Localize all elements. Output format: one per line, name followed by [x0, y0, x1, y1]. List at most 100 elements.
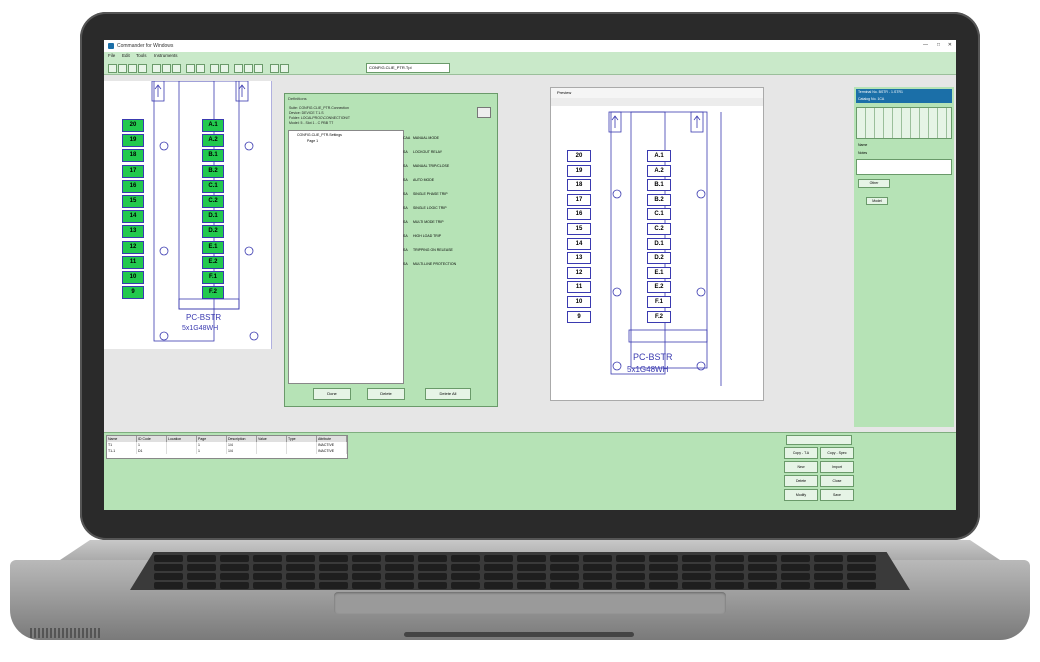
table-row[interactable]: T1-1 D1 1 1/4 INACTIVE [107, 448, 347, 454]
keyboard-key [451, 573, 480, 580]
props-tools[interactable] [856, 107, 952, 139]
terminal-label-left: 18 [122, 149, 144, 163]
bottom-button[interactable]: New [784, 461, 818, 473]
bottom-button[interactable]: Close [820, 475, 854, 487]
notes-field[interactable] [856, 159, 952, 175]
keyboard-key [154, 555, 183, 562]
bottom-panel: Name ID Code Location Page Description Value T… [104, 432, 956, 510]
keyboard-key [517, 573, 546, 580]
zoom-fit-icon[interactable] [254, 64, 263, 73]
menu-file[interactable]: File [108, 53, 115, 58]
open-icon[interactable] [118, 64, 127, 73]
bottom-button[interactable]: Copy - T.A [784, 447, 818, 459]
preview-terminal-right-label: F.2 [647, 310, 671, 323]
zoom-in-icon[interactable] [234, 64, 243, 73]
drawing-sheet: 20 19 18 17 16 15 14 13 12 11 10 9 A.1 A.2 B.1 B.2 C.1 C… [104, 80, 273, 349]
keyboard-key [253, 555, 282, 562]
menu-edit[interactable]: Edit [122, 53, 130, 58]
keyboard-key [616, 573, 645, 580]
keyboard-key [649, 573, 678, 580]
delete-button[interactable]: Delete [367, 388, 405, 400]
terminal-label-right: B.1 [202, 149, 224, 163]
arrow-icon[interactable] [270, 64, 279, 73]
definition-label: SINGLE LOGIC TRIP [413, 206, 447, 210]
print-icon[interactable] [138, 64, 147, 73]
align-icon[interactable] [220, 64, 229, 73]
maximize-button[interactable]: □ [937, 42, 940, 48]
table-cell [287, 448, 317, 454]
undo-icon[interactable] [186, 64, 195, 73]
definition-row[interactable]: SA TRIPPING ON RELEASE [403, 244, 495, 256]
menu-instruments[interactable]: Instruments [154, 53, 178, 58]
definition-label: MULTI MODE TRIP [413, 220, 444, 224]
bottom-button[interactable]: Import [820, 461, 854, 473]
keyboard-key [253, 573, 282, 580]
definition-row[interactable]: SA MULTI MODE TRIP [403, 216, 495, 228]
other-button[interactable]: Other [858, 179, 890, 188]
grid-icon[interactable] [210, 64, 219, 73]
keyboard-key [781, 582, 810, 589]
keyboard-key [781, 564, 810, 571]
keyboard-key [550, 564, 579, 571]
copy-icon[interactable] [162, 64, 171, 73]
preview-terminal-right-label: A.1 [647, 150, 671, 162]
tree-view[interactable]: CONFIG.CLIE_PTR.Settings Page 1 [288, 130, 404, 384]
save-icon[interactable] [128, 64, 137, 73]
definition-list: CAA MANUAL MODE SA LOCKOUT RELAY SA MANUAL TR… [403, 132, 495, 382]
bottom-button[interactable]: Copy - Spec [820, 447, 854, 459]
terminal-label-left: 19 [122, 134, 144, 148]
keyboard-key [748, 555, 777, 562]
definition-row[interactable]: CAA MANUAL MODE [403, 132, 495, 144]
table-cell [167, 448, 197, 454]
definition-row[interactable]: SA MANUAL TRIP/CLOSE [403, 160, 495, 172]
keyboard-key [583, 573, 612, 580]
terminal-label-left: 14 [122, 210, 144, 224]
definition-row[interactable]: SA MULTI-LINE PROTECTION [403, 258, 495, 270]
keyboard-key [286, 582, 315, 589]
delete-all-button[interactable]: Delete All [425, 388, 471, 400]
tree-root[interactable]: CONFIG.CLIE_PTR.Settings [297, 133, 342, 137]
definition-row[interactable]: SA SINGLE PHASE TRIP [403, 188, 495, 200]
notes-label: Notes [858, 151, 868, 155]
bottom-button[interactable]: Delete [784, 475, 818, 487]
zoom-out-icon[interactable] [244, 64, 253, 73]
minimize-button[interactable]: — [923, 42, 928, 48]
paste-icon[interactable] [172, 64, 181, 73]
definition-code: SA [403, 220, 408, 224]
keyboard-key [154, 573, 183, 580]
close-button[interactable]: ✕ [948, 42, 952, 48]
definition-code: SA [403, 192, 408, 196]
props-header: Terminal No. BSTR - 1.STR1 [856, 89, 952, 96]
bottom-button[interactable]: Modify [784, 489, 818, 501]
bottom-button[interactable]: Save [820, 489, 854, 501]
settings-icon[interactable] [280, 64, 289, 73]
new-icon[interactable] [108, 64, 117, 73]
preview-terminal-right-label: B.1 [647, 179, 671, 192]
terminal-label-right: E.2 [202, 255, 224, 269]
keyboard-key [649, 555, 678, 562]
definition-row[interactable]: SA HIGH LOAD TRIP [403, 230, 495, 242]
menu-tools[interactable]: Tools [136, 53, 147, 58]
model-button[interactable]: Model [866, 197, 888, 205]
keyboard-key [649, 564, 678, 571]
keyboard-key [847, 582, 876, 589]
definition-row[interactable]: SA AUTO MODE [403, 174, 495, 186]
keyboard-key [220, 555, 249, 562]
cut-icon[interactable] [152, 64, 161, 73]
record-navigator[interactable] [786, 435, 852, 445]
preview-terminal-right-label: D.2 [647, 252, 671, 265]
keyboard-key [319, 555, 348, 562]
redo-icon[interactable] [196, 64, 205, 73]
definition-row[interactable]: SA LOCKOUT RELAY [403, 146, 495, 158]
tree-child[interactable]: Page 1 [307, 139, 318, 143]
definition-row[interactable]: SA SINGLE LOGIC TRIP [403, 202, 495, 214]
keyboard-key [781, 573, 810, 580]
template-select[interactable]: CONFIG.CLIE_PTR.Tpl [366, 63, 450, 73]
table-cell: D1 [137, 448, 167, 454]
keyboard-key [220, 582, 249, 589]
print-button[interactable] [477, 107, 491, 118]
workspace: 20 19 18 17 16 15 14 13 12 11 10 9 A.1 A.2 B.1 B.2 C.1 C… [104, 75, 956, 435]
keyboard-key [682, 564, 711, 571]
done-button[interactable]: Done [313, 388, 351, 400]
preview-terminal-left-label: 19 [567, 164, 591, 177]
